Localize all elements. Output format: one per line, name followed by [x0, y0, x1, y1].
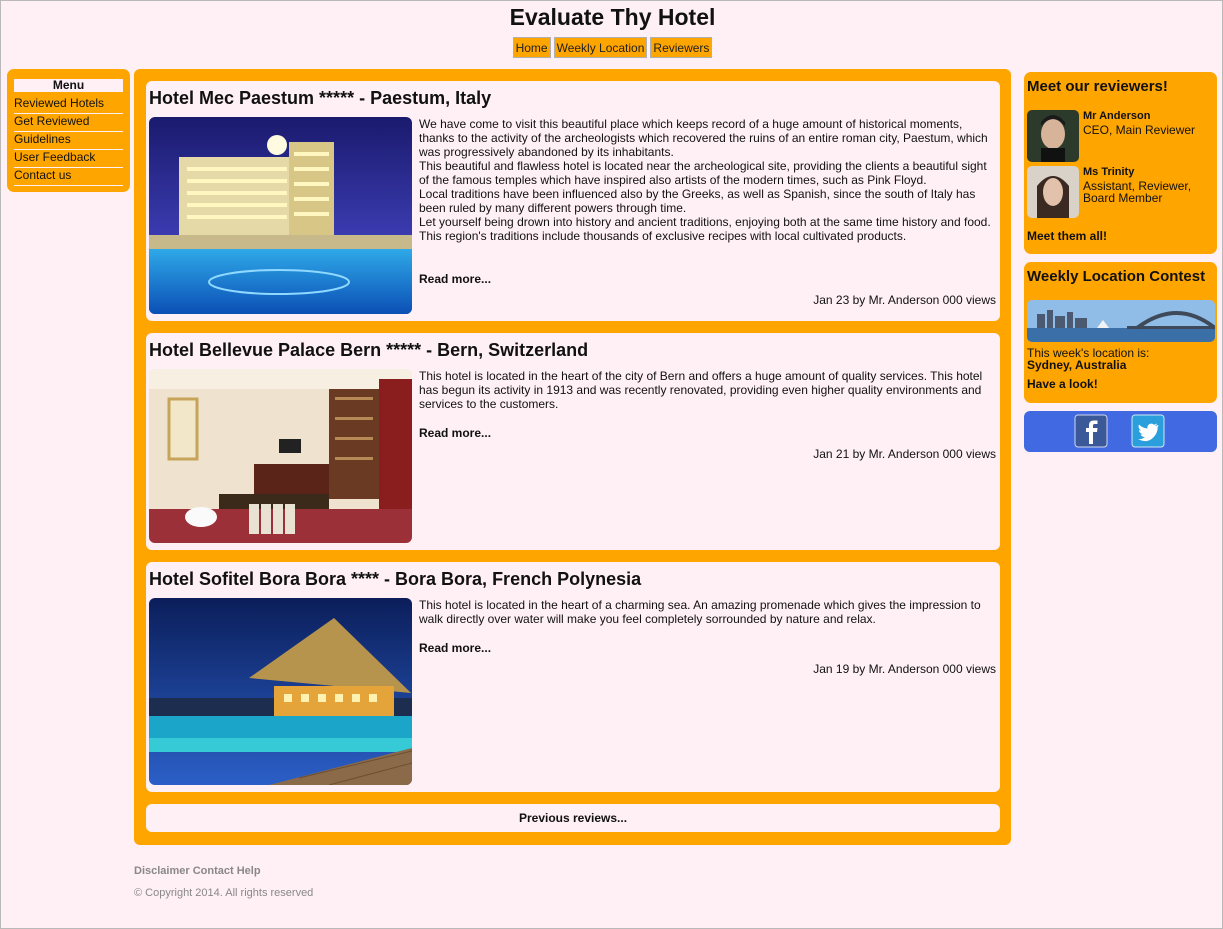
- review-meta: Jan 23 by Mr. Anderson 000 views: [813, 293, 996, 307]
- avatar: [1027, 166, 1079, 218]
- review-text: This hotel is located in the heart of th…: [419, 369, 996, 411]
- menu-item-guidelines[interactable]: Guidelines: [14, 132, 123, 150]
- top-nav: Home Weekly Location Reviewers: [1, 37, 1223, 58]
- review-title[interactable]: Hotel Mec Paestum ***** - Paestum, Italy: [149, 88, 491, 109]
- reviewers-title: Meet our reviewers!: [1027, 78, 1168, 95]
- have-a-look-link[interactable]: Have a look!: [1027, 377, 1098, 391]
- footer-disclaimer-link[interactable]: Disclaimer: [134, 865, 190, 877]
- menu-item-reviewed-hotels[interactable]: Reviewed Hotels: [14, 96, 123, 114]
- review-title[interactable]: Hotel Sofitel Bora Bora **** - Bora Bora…: [149, 569, 641, 590]
- hotel-photo[interactable]: [149, 598, 412, 785]
- copyright: © Copyright 2014. All rights reserved: [134, 887, 314, 899]
- read-more-link[interactable]: Read more...: [419, 272, 491, 286]
- review-paragraph: We have come to visit this beautiful pla…: [419, 117, 988, 159]
- menu-title: Menu: [14, 79, 123, 92]
- contest-location: Sydney, Australia: [1027, 358, 1127, 372]
- previous-reviews-link[interactable]: Previous reviews...: [146, 804, 1000, 832]
- avatar: [1027, 110, 1079, 162]
- meet-them-all-link[interactable]: Meet them all!: [1027, 229, 1107, 243]
- contest-title: Weekly Location Contest: [1027, 268, 1206, 285]
- footer-help-link[interactable]: Help: [237, 865, 261, 877]
- review-paragraph: Local traditions have been influenced al…: [419, 187, 976, 215]
- nav-weekly-location[interactable]: Weekly Location: [553, 37, 648, 58]
- menu-item-contact-us[interactable]: Contact us: [14, 168, 123, 186]
- sidebar-menu: Menu Reviewed Hotels Get Reviewed Guidel…: [7, 69, 130, 192]
- reviewer-role: CEO, Main Reviewer: [1083, 123, 1196, 137]
- hotel-photo[interactable]: [149, 117, 412, 314]
- review-title[interactable]: Hotel Bellevue Palace Bern ***** - Bern,…: [149, 340, 588, 361]
- review-paragraph: This region's traditions include thousan…: [419, 229, 907, 243]
- review-meta: Jan 21 by Mr. Anderson 000 views: [813, 447, 996, 461]
- review-paragraph: This hotel is located in the heart of a …: [419, 598, 981, 626]
- reviewer-name: Mr Anderson: [1083, 110, 1151, 122]
- reviewers-box: Meet our reviewers! Mr Anderson CEO, Mai…: [1024, 72, 1217, 254]
- read-more-link[interactable]: Read more...: [419, 426, 491, 440]
- reviewer-name: Ms Trinity: [1083, 166, 1135, 178]
- site-title: Evaluate Thy Hotel: [509, 4, 716, 30]
- nav-reviewers[interactable]: Reviewers: [650, 37, 713, 58]
- review-card: Hotel Mec Paestum ***** - Paestum, Italy: [146, 81, 1000, 321]
- reviewer-role: Assistant, Reviewer, Board Member: [1083, 179, 1192, 205]
- review-paragraph: This beautiful and flawless hotel is loc…: [419, 159, 987, 187]
- review-card: Hotel Sofitel Bora Bora **** - Bora Bora…: [146, 562, 1000, 792]
- review-paragraph: Let yourself being drown into history an…: [419, 215, 991, 229]
- facebook-icon[interactable]: [1074, 414, 1108, 448]
- twitter-icon[interactable]: [1131, 414, 1165, 448]
- contest-box: Weekly Location Contest This week's loca…: [1024, 262, 1217, 403]
- hotel-photo[interactable]: [149, 369, 412, 543]
- footer-links: Disclaimer Contact Help: [134, 865, 261, 877]
- footer-contact-link[interactable]: Contact: [193, 865, 234, 877]
- menu-item-user-feedback[interactable]: User Feedback: [14, 150, 123, 168]
- sydney-photo[interactable]: [1027, 300, 1215, 342]
- read-more-link[interactable]: Read more...: [419, 641, 491, 655]
- review-text: We have come to visit this beautiful pla…: [419, 117, 996, 243]
- review-text: This hotel is located in the heart of a …: [419, 598, 996, 626]
- review-meta: Jan 19 by Mr. Anderson 000 views: [813, 662, 996, 676]
- reviewer-card[interactable]: Ms Trinity Assistant, Reviewer, Board Me…: [1027, 166, 1215, 218]
- review-card: Hotel Bellevue Palace Bern ***** - Bern,…: [146, 333, 1000, 550]
- reviewer-card[interactable]: Mr Anderson CEO, Main Reviewer: [1027, 110, 1215, 162]
- social-bar: [1024, 411, 1217, 452]
- menu-item-get-reviewed[interactable]: Get Reviewed: [14, 114, 123, 132]
- review-paragraph: This hotel is located in the heart of th…: [419, 369, 983, 411]
- main-content: Hotel Mec Paestum ***** - Paestum, Italy: [134, 69, 1011, 845]
- nav-home[interactable]: Home: [512, 37, 551, 58]
